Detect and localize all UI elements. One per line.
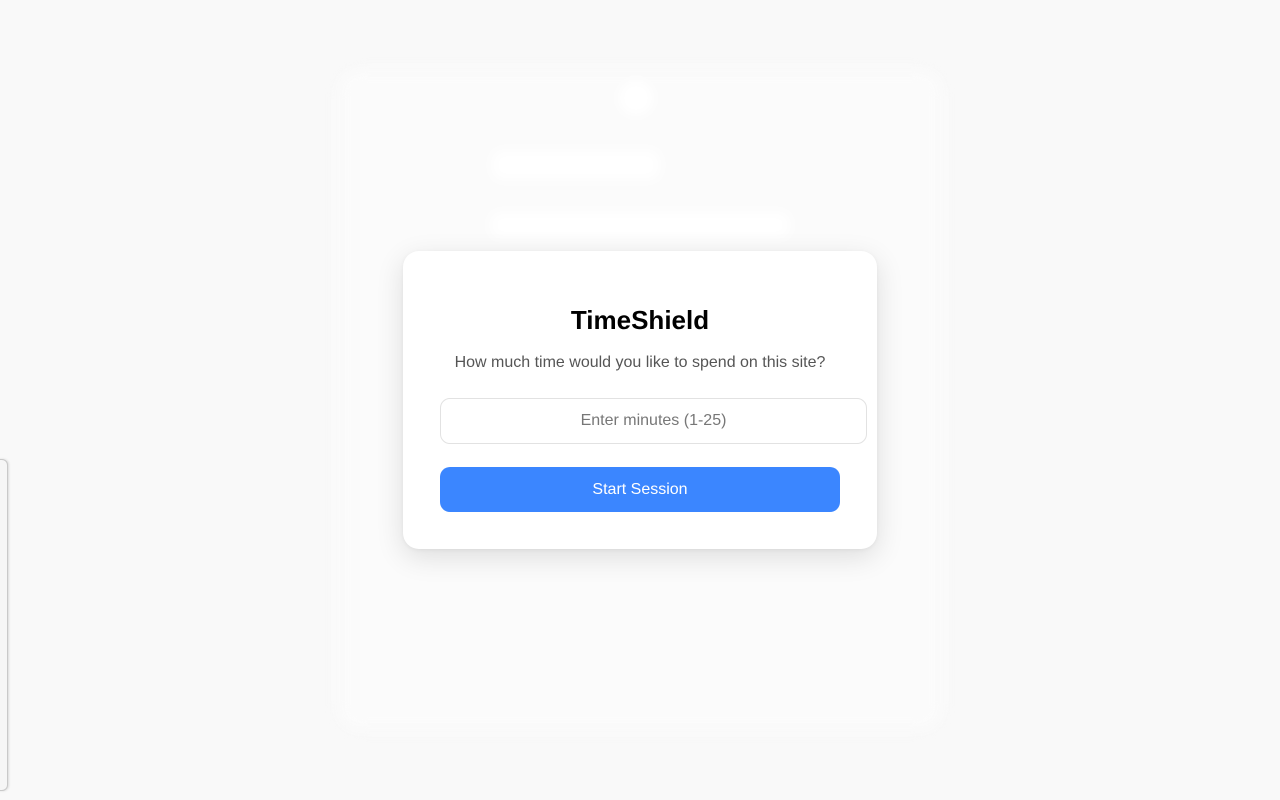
timeshield-modal: TimeShield How much time would you like … — [403, 251, 877, 549]
modal-title: TimeShield — [570, 305, 710, 335]
blurred-background-heading — [492, 150, 660, 180]
page: TimeShield How much time would you like … — [0, 0, 1280, 800]
start-session-button[interactable]: Start Session — [440, 467, 840, 512]
blurred-background-text — [490, 212, 790, 238]
side-panel-handle[interactable] — [0, 459, 8, 791]
blurred-background-logo — [618, 80, 654, 116]
minutes-input[interactable] — [440, 398, 867, 444]
time-question: How much time would you like to spend on… — [454, 354, 826, 371]
